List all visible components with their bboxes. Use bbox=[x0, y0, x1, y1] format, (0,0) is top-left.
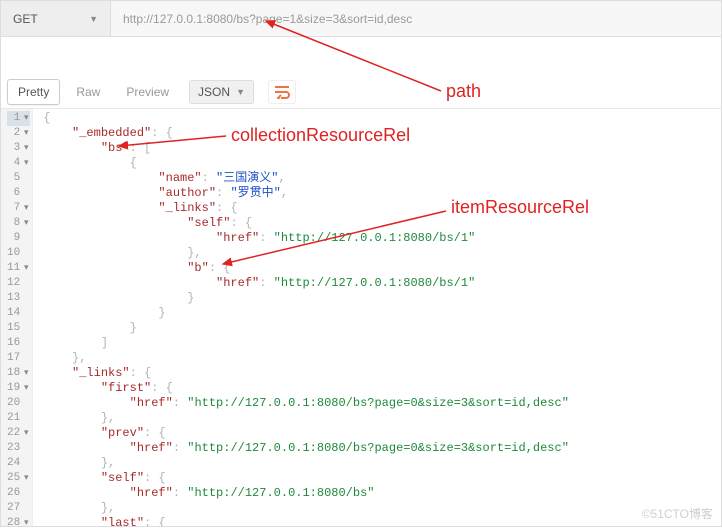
code-line: "href": "http://127.0.0.1:8080/bs?page=0… bbox=[43, 441, 715, 456]
format-dropdown[interactable]: JSON ▼ bbox=[189, 80, 254, 104]
gutter-line: 21 bbox=[7, 411, 30, 426]
code-line: }, bbox=[43, 501, 715, 516]
response-tabs: Pretty Raw Preview JSON ▼ bbox=[1, 75, 721, 109]
gutter-line: 22▾ bbox=[7, 426, 30, 441]
gutter-line: 5 bbox=[7, 171, 30, 186]
code-line: "href": "http://127.0.0.1:8080/bs?page=0… bbox=[43, 396, 715, 411]
gutter-line: 24 bbox=[7, 456, 30, 471]
gutter-line: 15 bbox=[7, 321, 30, 336]
gutter-line: 10 bbox=[7, 246, 30, 261]
gutter-line: 18▾ bbox=[7, 366, 30, 381]
code-line: }, bbox=[43, 246, 715, 261]
code-line: } bbox=[43, 321, 715, 336]
gutter-line: 2▾ bbox=[7, 126, 30, 141]
gutter-line: 25▾ bbox=[7, 471, 30, 486]
code-line: "b": { bbox=[43, 261, 715, 276]
code-line: "_links": { bbox=[43, 201, 715, 216]
http-method-dropdown[interactable]: GET ▼ bbox=[1, 1, 111, 36]
watermark: ©51CTO博客 bbox=[642, 505, 713, 522]
gutter-line: 16 bbox=[7, 336, 30, 351]
response-body[interactable]: 1▾2▾3▾4▾5 6 7▾8▾9 10 11▾12 13 14 15 16 1… bbox=[1, 109, 721, 526]
code-line: }, bbox=[43, 411, 715, 426]
chevron-down-icon: ▼ bbox=[89, 14, 98, 24]
gutter-line: 27 bbox=[7, 501, 30, 516]
gutter-line: 1▾ bbox=[7, 111, 30, 126]
gutter-line: 28▾ bbox=[7, 516, 30, 526]
code-line: } bbox=[43, 306, 715, 321]
gutter-line: 7▾ bbox=[7, 201, 30, 216]
code-line: } bbox=[43, 291, 715, 306]
code-line: "first": { bbox=[43, 381, 715, 396]
code-line: "prev": { bbox=[43, 426, 715, 441]
code-line: ] bbox=[43, 336, 715, 351]
code-line: "author": "罗贯中", bbox=[43, 186, 715, 201]
wrap-icon bbox=[274, 85, 290, 99]
gutter-line: 17 bbox=[7, 351, 30, 366]
wrap-lines-button[interactable] bbox=[268, 80, 296, 104]
code-line: }, bbox=[43, 456, 715, 471]
code-line: "name": "三国演义", bbox=[43, 171, 715, 186]
code-line: { bbox=[43, 156, 715, 171]
toolbar-spacer bbox=[1, 37, 721, 75]
gutter-line: 3▾ bbox=[7, 141, 30, 156]
gutter-line: 8▾ bbox=[7, 216, 30, 231]
gutter-line: 12 bbox=[7, 276, 30, 291]
code-line: "last": { bbox=[43, 516, 715, 526]
gutter-line: 26 bbox=[7, 486, 30, 501]
gutter-line: 19▾ bbox=[7, 381, 30, 396]
format-label: JSON bbox=[198, 85, 230, 99]
gutter-line: 11▾ bbox=[7, 261, 30, 276]
http-method-label: GET bbox=[13, 12, 38, 26]
gutter-line: 20 bbox=[7, 396, 30, 411]
request-bar: GET ▼ http://127.0.0.1:8080/bs?page=1&si… bbox=[1, 1, 721, 37]
line-gutter: 1▾2▾3▾4▾5 6 7▾8▾9 10 11▾12 13 14 15 16 1… bbox=[1, 109, 33, 526]
code-line: "href": "http://127.0.0.1:8080/bs/1" bbox=[43, 231, 715, 246]
code-area[interactable]: { "_embedded": { "bs": [ { "name": "三国演义… bbox=[33, 109, 721, 526]
code-line: }, bbox=[43, 351, 715, 366]
url-text: http://127.0.0.1:8080/bs?page=1&size=3&s… bbox=[123, 12, 412, 26]
tab-preview[interactable]: Preview bbox=[116, 80, 179, 104]
gutter-line: 9 bbox=[7, 231, 30, 246]
tab-pretty[interactable]: Pretty bbox=[7, 79, 60, 105]
tab-raw[interactable]: Raw bbox=[66, 80, 110, 104]
code-line: "bs": [ bbox=[43, 141, 715, 156]
gutter-line: 4▾ bbox=[7, 156, 30, 171]
gutter-line: 23 bbox=[7, 441, 30, 456]
code-line: "self": { bbox=[43, 216, 715, 231]
code-line: "_links": { bbox=[43, 366, 715, 381]
code-line: "_embedded": { bbox=[43, 126, 715, 141]
code-line: "self": { bbox=[43, 471, 715, 486]
gutter-line: 14 bbox=[7, 306, 30, 321]
gutter-line: 6 bbox=[7, 186, 30, 201]
code-line: "href": "http://127.0.0.1:8080/bs" bbox=[43, 486, 715, 501]
code-line: { bbox=[43, 111, 715, 126]
code-line: "href": "http://127.0.0.1:8080/bs/1" bbox=[43, 276, 715, 291]
url-input[interactable]: http://127.0.0.1:8080/bs?page=1&size=3&s… bbox=[111, 1, 721, 36]
chevron-down-icon: ▼ bbox=[236, 87, 245, 97]
gutter-line: 13 bbox=[7, 291, 30, 306]
